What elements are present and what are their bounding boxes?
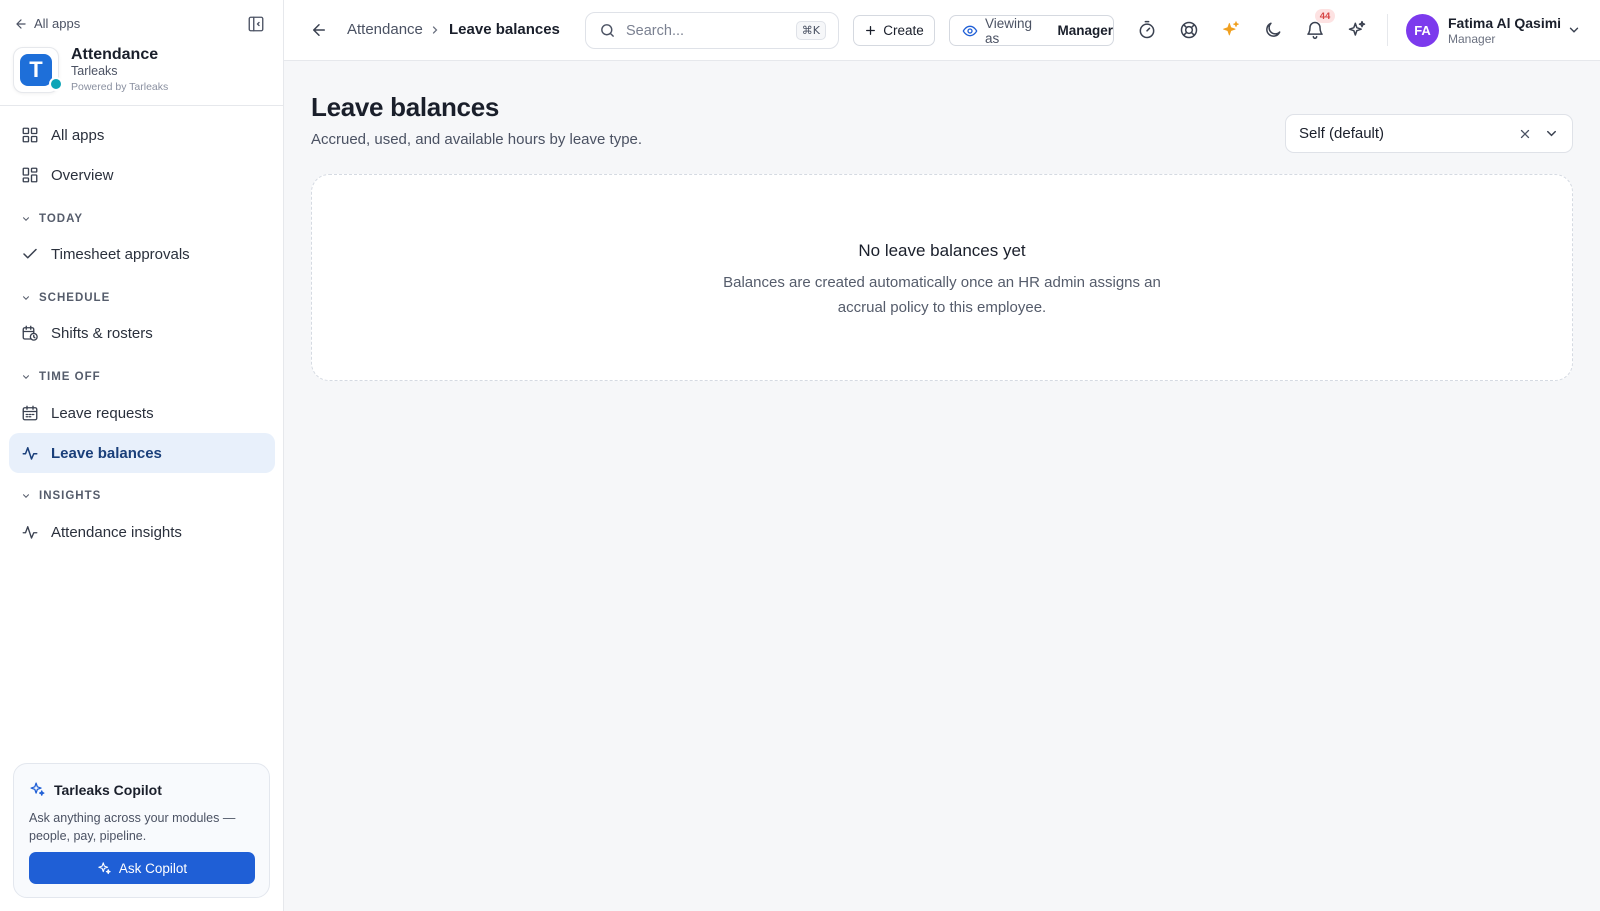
sidebar-item-timesheet-approvals[interactable]: Timesheet approvals — [9, 234, 275, 274]
back-to-all-apps-label: All apps — [34, 16, 81, 31]
back-to-all-apps-link[interactable]: All apps — [14, 16, 80, 31]
empty-state-description: Balances are created automatically once … — [723, 274, 1161, 316]
user-role: Manager — [1448, 32, 1496, 46]
sidebar-item-label: Leave requests — [51, 404, 154, 422]
section-insights-toggle[interactable]: INSIGHTS — [21, 490, 101, 502]
notifications-bell-icon[interactable] — [1305, 20, 1325, 40]
sidebar-item-label: All apps — [51, 126, 105, 144]
section-time-off-toggle[interactable]: TIME OFF — [21, 371, 101, 383]
ask-copilot-button[interactable]: Ask Copilot — [29, 852, 255, 884]
app-logo: T — [13, 47, 63, 93]
sidebar-item-leave-balances[interactable]: Leave balances — [9, 433, 275, 473]
sidebar-item-label: Leave balances — [51, 444, 162, 462]
sidebar-item-leave-requests[interactable]: Leave requests — [9, 393, 275, 433]
copilot-title: Tarleaks Copilot — [29, 781, 162, 798]
viewing-as-role: Manager — [1057, 23, 1113, 38]
copilot-description: Ask anything across your modules — peopl… — [29, 811, 236, 843]
help-lifebuoy-icon[interactable] — [1179, 20, 1199, 40]
sidebar-item-overview[interactable]: Overview — [9, 155, 275, 195]
chevron-down-icon — [21, 491, 31, 501]
copilot-sparkle-icon[interactable] — [1347, 20, 1367, 40]
sidebar-header: All apps T Attendance Tarleaks Powered b… — [0, 0, 283, 106]
sparkle-icon — [29, 781, 46, 798]
viewing-as-label: Viewing as — [985, 15, 1033, 46]
scope-select-value: Self (default) — [1299, 125, 1385, 142]
empty-state-title: No leave balances yet — [858, 241, 1026, 260]
search-shortcut: ⌘K — [795, 21, 826, 40]
app-status-badge — [49, 77, 63, 91]
chevron-down-icon — [21, 214, 31, 224]
grid-icon — [21, 126, 39, 144]
create-label: Create — [883, 23, 924, 38]
sidebar-item-shifts-rosters[interactable]: Shifts & rosters — [9, 313, 275, 353]
page-title: Leave balances — [311, 92, 500, 122]
topbar-divider — [1387, 14, 1388, 46]
clear-x-icon[interactable] — [1518, 127, 1532, 141]
sidebar-item-label: Overview — [51, 166, 114, 184]
top-bar: Attendance Leave balances Search... ⌘K C… — [284, 0, 1600, 61]
chevron-down-icon[interactable] — [1567, 23, 1581, 37]
app-title: Attendance — [71, 46, 159, 63]
check-icon — [21, 245, 39, 263]
viewing-as-button[interactable]: Viewing as Manager — [949, 15, 1114, 46]
section-label: SCHEDULE — [39, 292, 111, 304]
collapse-sidebar-icon[interactable] — [247, 15, 267, 35]
search-input[interactable]: Search... ⌘K — [585, 12, 839, 49]
sidebar-item-label: Timesheet approvals — [51, 245, 190, 263]
dashboard-icon — [21, 166, 39, 184]
chevron-right-icon — [429, 24, 441, 36]
back-arrow-icon[interactable] — [310, 21, 328, 39]
plus-icon — [864, 24, 877, 37]
ask-copilot-label: Ask Copilot — [118, 860, 188, 876]
employee-scope-select[interactable]: Self (default) — [1285, 114, 1573, 153]
sidebar-item-attendance-insights[interactable]: Attendance insights — [9, 512, 275, 552]
create-button[interactable]: Create — [853, 15, 935, 46]
section-label: INSIGHTS — [39, 490, 102, 502]
arrow-left-icon — [14, 17, 28, 31]
app-org: Tarleaks — [71, 64, 118, 78]
empty-state-card: No leave balances yet Balances are creat… — [311, 174, 1573, 381]
search-icon — [599, 22, 616, 39]
notification-count-badge: 44 — [1315, 9, 1335, 23]
chevron-down-icon — [21, 372, 31, 382]
dark-mode-moon-icon[interactable] — [1263, 20, 1283, 40]
section-label: TIME OFF — [39, 371, 101, 383]
page-description: Accrued, used, and available hours by le… — [311, 131, 643, 148]
ai-sparkle-icon[interactable] — [1221, 20, 1241, 40]
chevron-down-icon[interactable] — [1544, 126, 1559, 141]
calendar-icon — [21, 404, 39, 422]
sidebar: All apps T Attendance Tarleaks Powered b… — [0, 0, 284, 911]
activity-icon — [21, 523, 39, 541]
chevron-down-icon — [21, 293, 31, 303]
copilot-title-text: Tarleaks Copilot — [54, 781, 162, 798]
timer-icon[interactable] — [1137, 20, 1157, 40]
breadcrumb-current: Leave balances — [449, 21, 560, 38]
section-today-toggle[interactable]: TODAY — [21, 213, 83, 225]
breadcrumb-attendance[interactable]: Attendance — [347, 21, 423, 38]
sparkle-icon — [97, 861, 112, 876]
section-label: TODAY — [39, 213, 83, 225]
copilot-card: Tarleaks Copilot Ask anything across you… — [13, 763, 270, 898]
user-name[interactable]: Fatima Al Qasimi — [1448, 15, 1561, 31]
activity-icon — [21, 444, 39, 462]
calendar-clock-icon — [21, 324, 39, 342]
section-schedule-toggle[interactable]: SCHEDULE — [21, 292, 110, 304]
search-placeholder: Search... — [626, 22, 685, 39]
sidebar-item-all-apps[interactable]: All apps — [9, 115, 275, 155]
sidebar-item-label: Attendance insights — [51, 523, 182, 541]
sidebar-item-label: Shifts & rosters — [51, 324, 153, 342]
app-powered-by: Powered by Tarleaks — [71, 81, 169, 93]
eye-icon — [962, 23, 978, 39]
avatar[interactable]: FA — [1406, 14, 1439, 47]
app-logo-letter: T — [20, 54, 52, 86]
